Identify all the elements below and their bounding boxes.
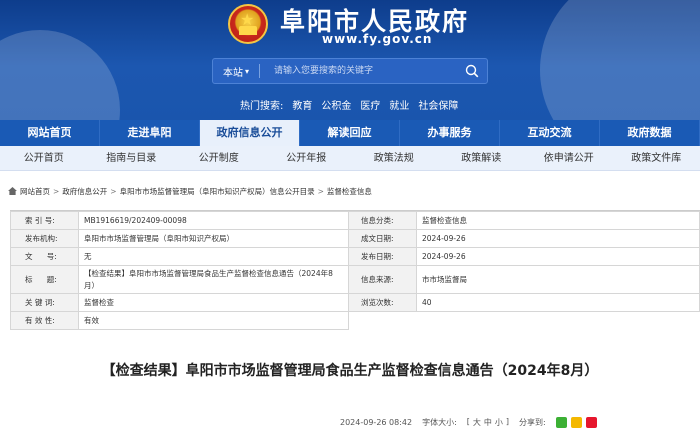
subnav-item[interactable]: 政策法规 <box>350 146 438 170</box>
source-label: 信息来源: <box>348 265 417 294</box>
validity-label: 有 效 性: <box>10 311 79 330</box>
doc-number-label: 文 号: <box>10 247 79 266</box>
doc-number-value: 无 <box>78 247 349 266</box>
national-emblem-icon: ★ <box>228 4 268 44</box>
views-label: 浏览次数: <box>348 293 417 312</box>
subnav-item[interactable]: 公开制度 <box>175 146 263 170</box>
breadcrumb-current[interactable]: 监督检查信息 <box>327 186 372 197</box>
publisher-label: 发布机构: <box>10 229 79 248</box>
views-value: 40 <box>416 293 700 312</box>
article-title: 【检查结果】阜阳市市场监督管理局食品生产监督检查信息通告（2024年8月） <box>101 363 599 379</box>
home-icon <box>8 187 17 195</box>
search-bar: 本站 ▾ <box>212 58 488 84</box>
hot-search-item[interactable]: 教育 <box>292 97 312 112</box>
search-input[interactable] <box>260 59 457 83</box>
hot-search-item[interactable]: 社会保障 <box>418 97 458 112</box>
search-scope-select[interactable]: 本站 ▾ <box>213 64 259 79</box>
article-date: 2024-09-26 08:42 <box>340 418 413 427</box>
banner-decoration <box>540 0 700 120</box>
index-value: MB1916619/202409-00098 <box>78 211 349 230</box>
qzone-icon[interactable] <box>570 417 582 428</box>
font-size-label: 字体大小: <box>422 418 457 427</box>
breadcrumb: 网站首页 > 政府信息公开 > 阜阳市市场监督管理局（阜阳市知识产权局）信息公开… <box>0 180 700 202</box>
sub-nav: 公开首页 指南与目录 公开制度 公开年报 政策法规 政策解读 依申请公开 政策文… <box>0 146 700 171</box>
search-icon[interactable] <box>457 59 487 83</box>
keyword-value: 监督检查 <box>78 293 349 312</box>
subnav-item[interactable]: 政策解读 <box>438 146 526 170</box>
publish-date-label: 发布日期: <box>348 247 417 266</box>
nav-item-services[interactable]: 办事服务 <box>400 120 500 146</box>
hot-search-item[interactable]: 医疗 <box>360 97 380 112</box>
nav-item-about[interactable]: 走进阜阳 <box>100 120 200 146</box>
hot-search-label: 热门搜索: <box>240 101 284 112</box>
banner-decoration <box>0 30 120 120</box>
breadcrumb-separator: > <box>317 186 324 196</box>
font-size-small-button[interactable]: 小 <box>495 417 503 428</box>
created-date-label: 成文日期: <box>348 229 417 248</box>
category-value: 监督检查信息 <box>416 211 700 230</box>
keyword-label: 关 键 词: <box>10 293 79 312</box>
breadcrumb-separator: > <box>53 186 60 196</box>
publish-date-value: 2024-09-26 <box>416 247 700 266</box>
source-value: 市市场监督局 <box>416 265 700 294</box>
share-label: 分享到: <box>519 418 546 427</box>
info-table: 索 引 号: MB1916619/202409-00098 信息分类: 监督检查… <box>10 210 700 330</box>
breadcrumb-link[interactable]: 阜阳市市场监督管理局（阜阳市知识产权局）信息公开目录 <box>120 186 315 197</box>
nav-item-interaction[interactable]: 互动交流 <box>500 120 600 146</box>
font-size-large-button[interactable]: 大 <box>473 417 481 428</box>
font-size-controls: [ 大 中 小 ] <box>467 417 509 428</box>
bracket-open: [ <box>466 417 470 426</box>
chevron-down-icon: ▾ <box>245 66 250 76</box>
nav-item-home[interactable]: 网站首页 <box>0 120 100 146</box>
site-banner: ★ 阜阳市人民政府 www.fy.gov.cn 本站 ▾ 热门搜索: 教育 公积… <box>0 0 700 120</box>
search-scope-label: 本站 <box>223 67 243 79</box>
created-date-value: 2024-09-26 <box>416 229 700 248</box>
hot-search-item[interactable]: 就业 <box>389 97 409 112</box>
subnav-item[interactable]: 公开年报 <box>263 146 351 170</box>
hot-search: 热门搜索: 教育 公积金 医疗 就业 社会保障 <box>240 97 458 112</box>
subnav-item[interactable]: 依申请公开 <box>525 146 613 170</box>
validity-value: 有效 <box>78 311 349 330</box>
site-url: www.fy.gov.cn <box>322 32 433 46</box>
empty-cell <box>417 312 700 330</box>
index-label: 索 引 号: <box>10 211 79 230</box>
breadcrumb-separator: > <box>110 186 117 196</box>
article-meta: 2024-09-26 08:42 字体大小: [ 大 中 小 ] 分享到: <box>340 417 597 428</box>
share-buttons <box>555 417 597 428</box>
main-nav: 网站首页 走进阜阳 政府信息公开 解读回应 办事服务 互动交流 政府数据 <box>0 120 700 146</box>
subnav-item[interactable]: 政策文件库 <box>613 146 700 170</box>
breadcrumb-link[interactable]: 政府信息公开 <box>62 186 107 197</box>
nav-item-interpretation[interactable]: 解读回应 <box>300 120 400 146</box>
empty-cell <box>349 312 417 330</box>
weibo-icon[interactable] <box>585 417 597 428</box>
subnav-item[interactable]: 指南与目录 <box>88 146 176 170</box>
font-size-medium-button[interactable]: 中 <box>484 417 492 428</box>
hot-search-item[interactable]: 公积金 <box>321 97 351 112</box>
title-value: 【检查结果】阜阳市市场监督管理局食品生产监督检查信息通告（2024年8月） <box>78 265 349 294</box>
nav-item-gov-info[interactable]: 政府信息公开 <box>200 120 300 146</box>
bracket-close: ] <box>505 417 510 426</box>
publisher-value: 阜阳市市场监督管理局（阜阳市知识产权局） <box>78 229 349 248</box>
nav-item-data[interactable]: 政府数据 <box>600 120 700 146</box>
title-label: 标 题: <box>10 265 79 294</box>
subnav-item[interactable]: 公开首页 <box>0 146 88 170</box>
category-label: 信息分类: <box>348 211 417 230</box>
breadcrumb-link[interactable]: 网站首页 <box>20 186 50 197</box>
wechat-icon[interactable] <box>555 417 567 428</box>
